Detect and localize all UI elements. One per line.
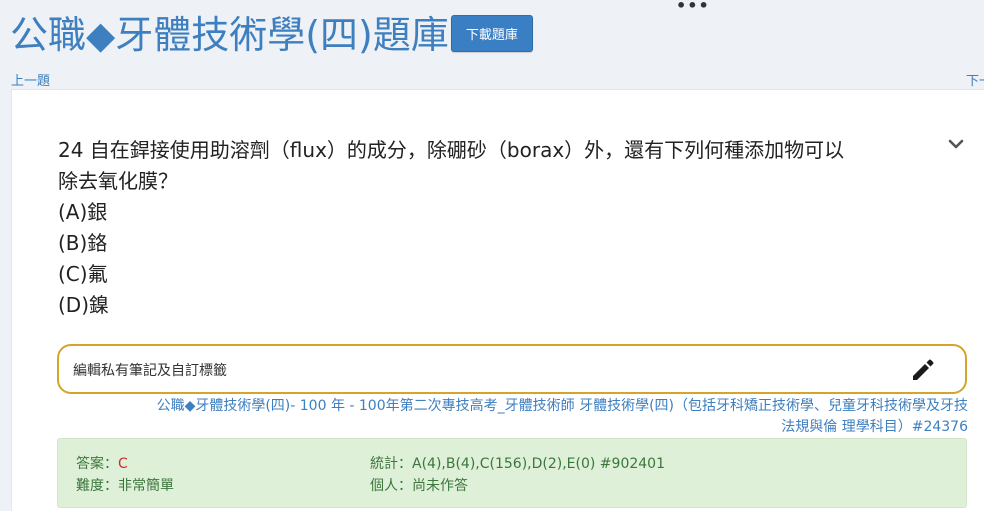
answer-label: 答案：: [76, 456, 118, 472]
stats-row: 統計：A(4),B(4),C(156),D(2),E(0) #902401: [370, 453, 665, 473]
option-c: (C)氟: [58, 262, 108, 286]
personal-label: 個人：: [370, 478, 412, 494]
difficulty-label: 難度：: [76, 478, 118, 494]
download-question-bank-button[interactable]: 下載題庫: [450, 15, 533, 52]
personal-row: 個人：尚未作答: [370, 475, 468, 495]
difficulty-row: 難度：非常簡單: [76, 475, 174, 495]
prev-question-link[interactable]: 上一題: [11, 70, 50, 89]
question-stem-line-1: 24 自在銲接使用助溶劑（flux）的成分，除硼砂（borax）外，還有下列何種…: [58, 138, 845, 162]
note-label: 編輯私有筆記及自訂標籤: [73, 363, 227, 379]
question-card: 24 自在銲接使用助溶劑（flux）的成分，除硼砂（borax）外，還有下列何種…: [11, 89, 984, 511]
page-title: 公職◆牙體技術學(四)題庫: [10, 13, 449, 57]
answer-value: C: [118, 456, 128, 472]
personal-value: 尚未作答: [412, 478, 468, 494]
page: ••• 公職◆牙體技術學(四)題庫 下載題庫 上一題 下一題 24 自在銲接使用…: [0, 0, 984, 511]
next-question-link[interactable]: 下一題: [966, 70, 984, 89]
answer-row: 答案：C: [76, 453, 128, 473]
source-line-2[interactable]: 法規與倫 理學科目）#24376: [57, 417, 968, 438]
question-stem-line-2: 除去氧化膜？: [58, 169, 178, 193]
question-source[interactable]: 公職◆牙體技術學(四)- 100 年 - 100年第二次專技高考_牙體技術師 牙…: [57, 396, 968, 438]
private-note-box[interactable]: 編輯私有筆記及自訂標籤: [57, 344, 967, 394]
pencil-icon[interactable]: [908, 355, 938, 385]
difficulty-value: 非常簡單: [118, 478, 174, 494]
option-a: (A)銀: [58, 200, 108, 224]
chevron-down-icon[interactable]: [946, 134, 966, 154]
source-line-1[interactable]: 公職◆牙體技術學(四)- 100 年 - 100年第二次專技高考_牙體技術師 牙…: [57, 396, 968, 417]
more-dots-icon[interactable]: •••: [676, 0, 710, 15]
option-b: (B)鉻: [58, 231, 108, 255]
header: 公職◆牙體技術學(四)題庫 下載題庫: [10, 12, 533, 58]
answer-panel: 答案：C 難度：非常簡單 統計：A(4),B(4),C(156),D(2),E(…: [57, 438, 967, 508]
question-body: 24 自在銲接使用助溶劑（flux）的成分，除硼砂（borax）外，還有下列何種…: [58, 135, 938, 321]
stats-label: 統計：: [370, 456, 412, 472]
option-d: (D)鎳: [58, 293, 110, 317]
stats-value: A(4),B(4),C(156),D(2),E(0) #902401: [412, 456, 665, 472]
